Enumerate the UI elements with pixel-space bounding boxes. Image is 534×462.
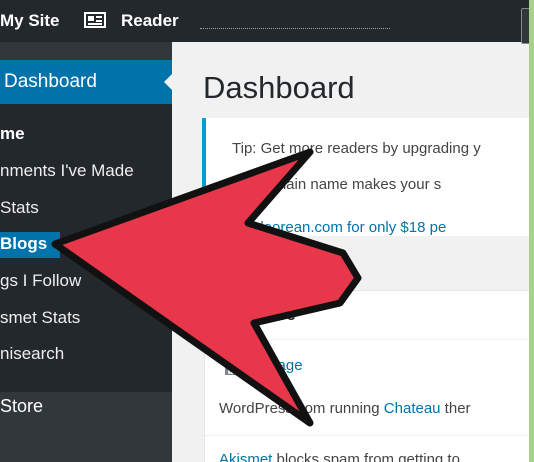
sidebar-item-omnisearch[interactable]: nisearch [0, 336, 172, 372]
at-a-glance-widget: Glance 1 Page WordPress.com running Chat… [204, 290, 529, 462]
tip-notice: Tip: Get more readers by upgrading y om … [202, 118, 529, 236]
screenshot-frame: My Site Reader Dashboard me nments I've … [0, 0, 529, 462]
domain-offer-link[interactable]: ster.loorean.com for only $18 pe [232, 219, 446, 236]
divider [205, 435, 529, 436]
tip-text: om domain name makes your s [232, 176, 442, 193]
sidebar-item-dashboard[interactable]: Dashboard [0, 60, 173, 104]
sidebar-item-home[interactable]: me [0, 116, 172, 152]
admin-bar-edge-button[interactable] [521, 8, 529, 44]
running-theme-text: WordPress.com running Chateau ther [219, 400, 471, 417]
sidebar-item-label: Dashboard [4, 71, 97, 92]
sidebar-item-comments-ive-made[interactable]: nments I've Made [0, 153, 172, 189]
page-icon [225, 358, 241, 375]
pages-count-link[interactable]: 1 Page [255, 357, 303, 374]
admin-bar: My Site Reader [0, 0, 529, 44]
running-prefix: WordPress.com running [219, 400, 384, 417]
akismet-suffix: blocks spam from getting to [272, 451, 460, 462]
sidebar-item-my-blogs[interactable]: Blogs [0, 226, 172, 262]
reader-link[interactable]: Reader [121, 0, 179, 42]
my-site-link[interactable]: My Site [0, 0, 60, 42]
divider [205, 339, 529, 340]
main-content: Dashboard Tip: Get more readers by upgra… [172, 42, 529, 462]
widget-title: Glance [239, 305, 296, 324]
sidebar-item-store[interactable]: Store [0, 388, 172, 424]
sidebar-item-label: Blogs [0, 234, 48, 253]
akismet-link[interactable]: Akismet [219, 451, 272, 462]
akismet-text: Akismet blocks spam from getting to [219, 451, 460, 462]
tip-text: Tip: Get more readers by upgrading y [232, 140, 481, 157]
sidebar-item-blogs-i-follow[interactable]: gs I Follow [0, 263, 172, 299]
running-suffix: ther [440, 400, 471, 417]
reader-icon[interactable] [84, 12, 106, 28]
sidebar: Dashboard me nments I've Made Stats Blog… [0, 42, 173, 462]
sidebar-item-akismet-stats[interactable]: smet Stats [0, 300, 172, 336]
admin-bar-divider [200, 28, 390, 29]
theme-link[interactable]: Chateau [384, 400, 441, 417]
page-title: Dashboard [203, 70, 355, 105]
sidebar-item-stats[interactable]: Stats [0, 190, 172, 226]
